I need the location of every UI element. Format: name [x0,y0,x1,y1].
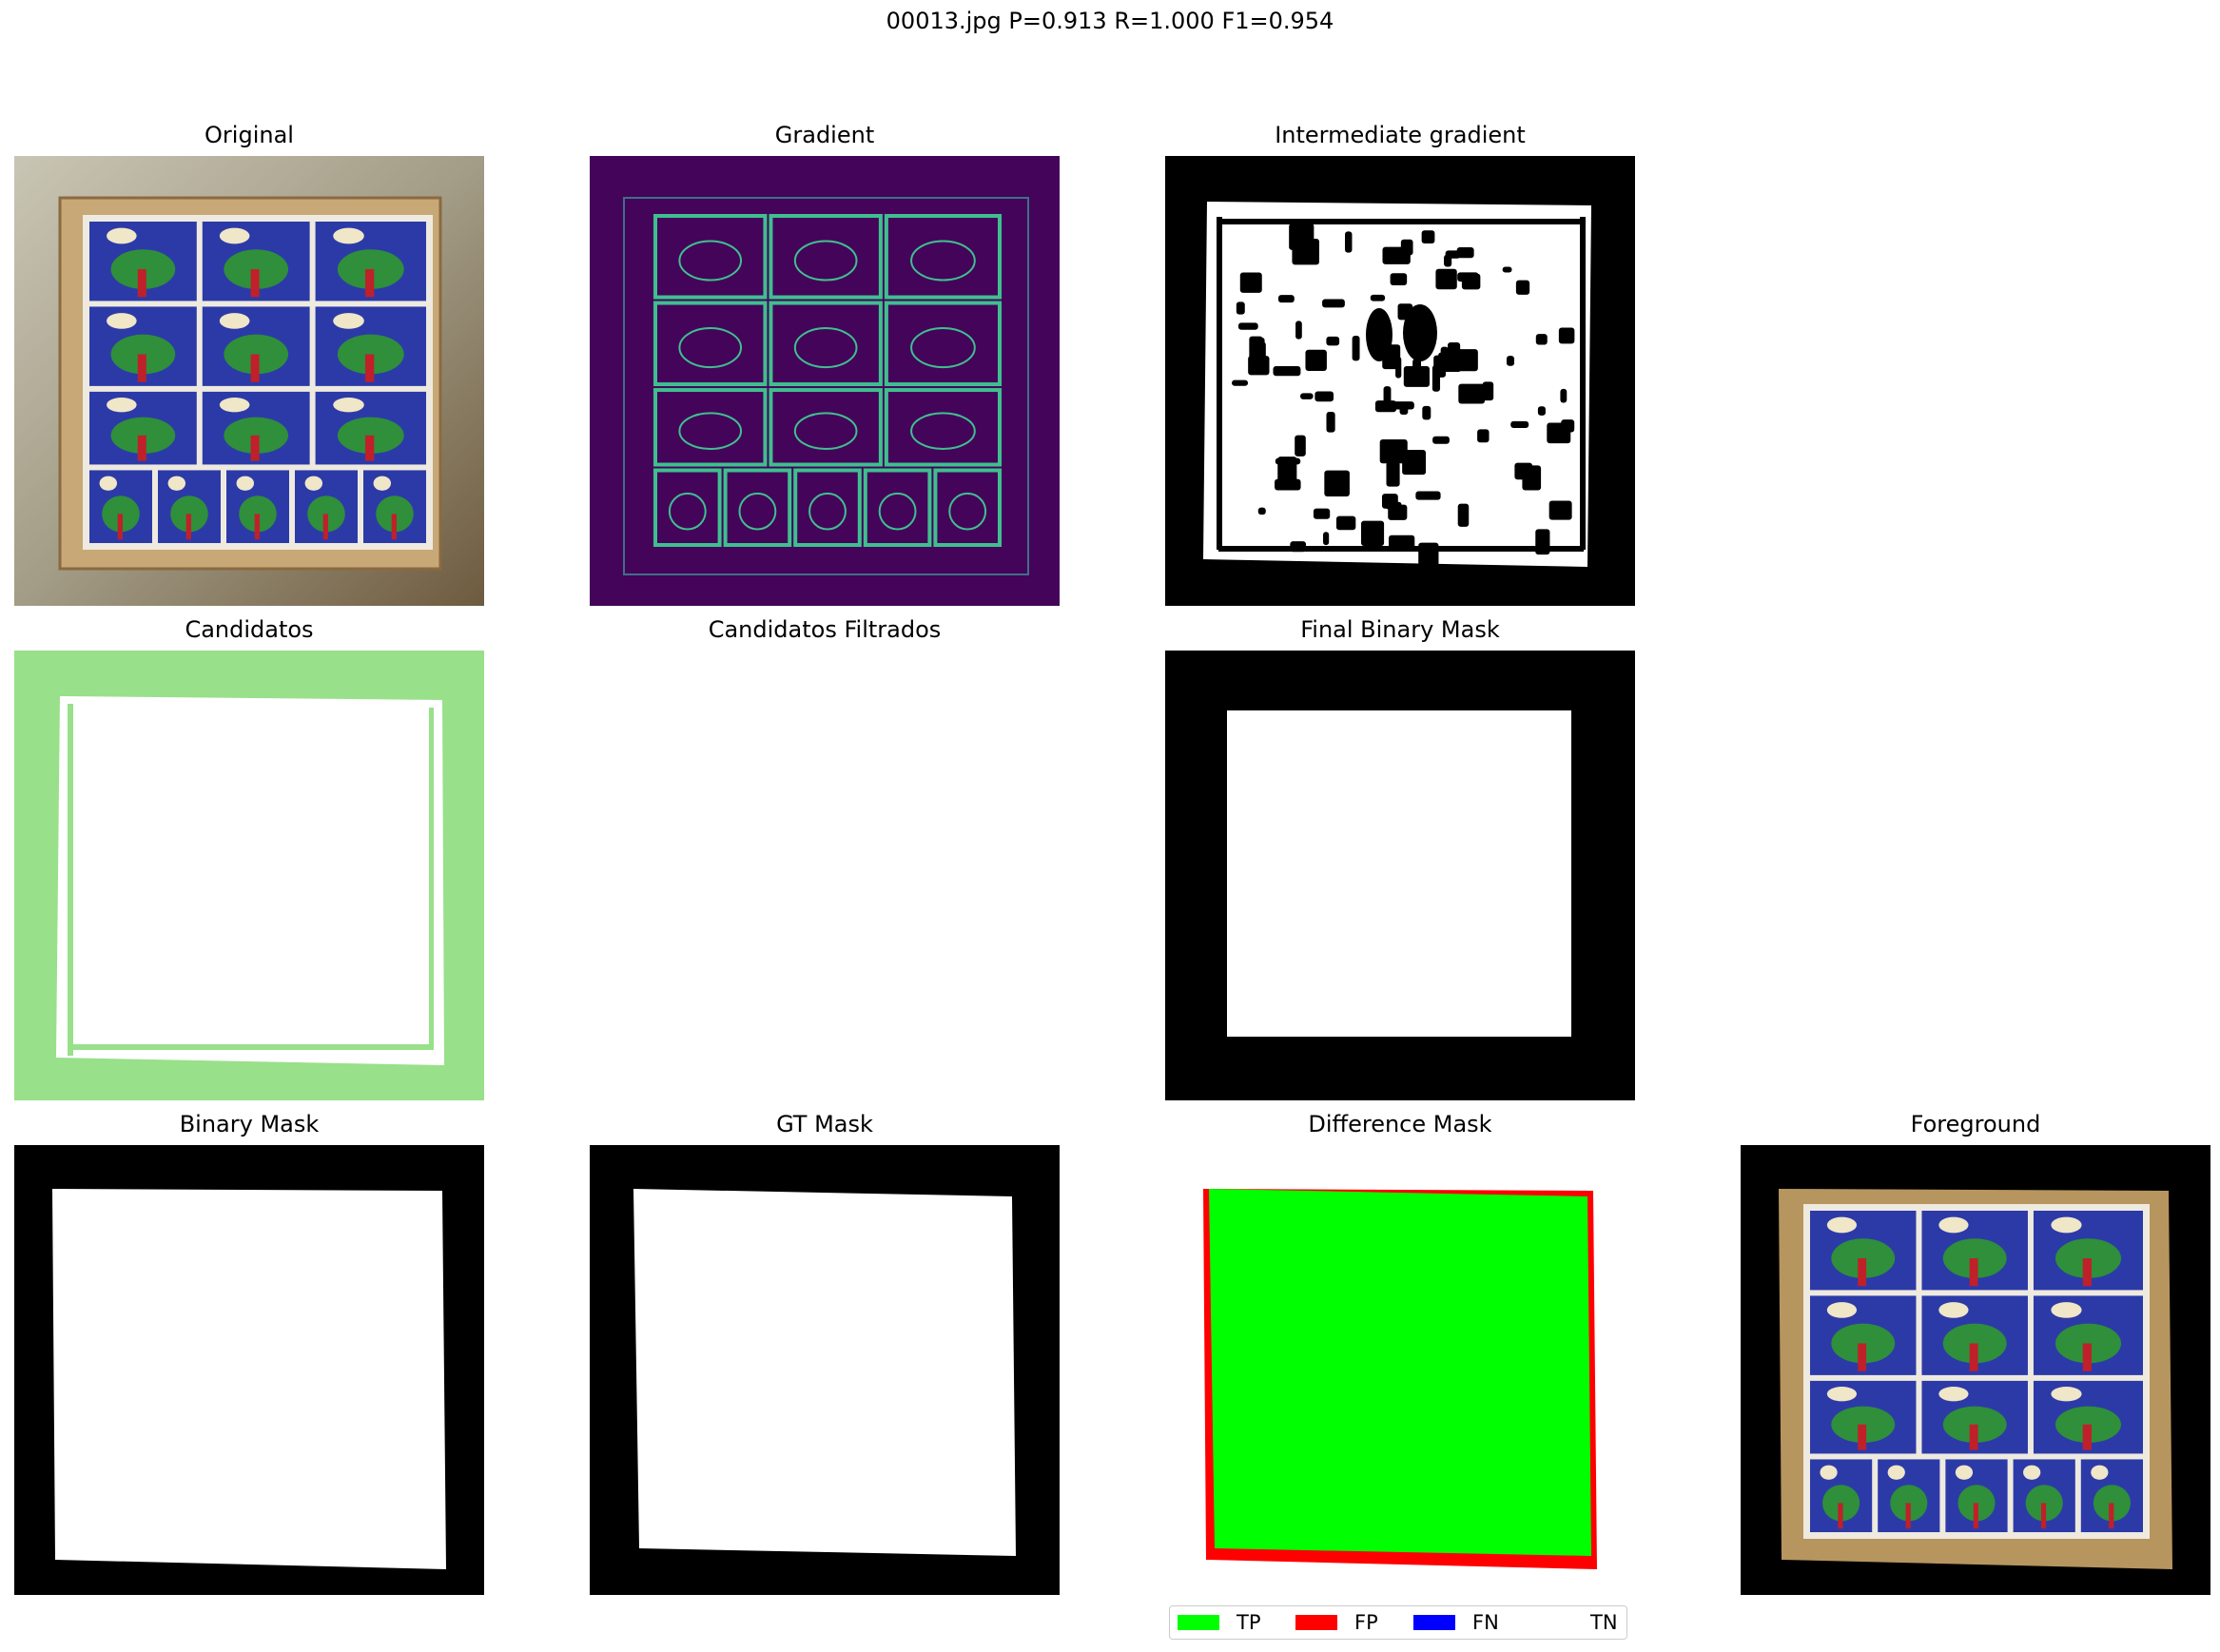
foreground-image [1741,1145,2210,1595]
candidatos-image [14,651,484,1100]
panel-title-original: Original [204,122,294,148]
legend-swatch-tp [1178,1615,1219,1630]
figure-title: 00013.jpg P=0.913 R=1.000 F1=0.954 [886,8,1334,34]
final-binary-mask-image [1165,651,1635,1100]
legend-swatch-tn [1531,1615,1573,1630]
gradient-image [590,156,1060,606]
panel-title-foreground: Foreground [1910,1111,2041,1137]
legend-label-fp: FP [1354,1611,1378,1634]
legend-swatch-fn [1413,1615,1455,1630]
legend-item-fp: FP [1295,1606,1378,1639]
difference-legend: TP FP FN TN [1169,1605,1627,1640]
legend-item-fn: FN [1413,1606,1499,1639]
legend-item-tp: TP [1178,1606,1261,1639]
panel-title-difference: Difference Mask [1308,1111,1492,1137]
intermediate-gradient-image [1165,156,1635,606]
panel-title-gradient: Gradient [774,122,875,148]
legend-item-tn: TN [1531,1606,1618,1639]
panel-title-intermediate: Intermediate gradient [1275,122,1526,148]
legend-label-tn: TN [1590,1611,1618,1634]
panel-title-candidatos: Candidatos [185,616,314,643]
panel-title-binary-mask: Binary Mask [179,1111,320,1137]
panel-title-final-mask: Final Binary Mask [1300,616,1500,643]
candidatos-filtrados-image [590,651,1060,1100]
legend-label-fn: FN [1472,1611,1499,1634]
difference-mask-image [1165,1145,1635,1595]
legend-label-tp: TP [1237,1611,1261,1634]
gt-mask-image [590,1145,1060,1595]
binary-mask-image [14,1145,484,1595]
original-image [14,156,484,606]
legend-swatch-fp [1295,1615,1337,1630]
panel-title-gt-mask: GT Mask [776,1111,873,1137]
panel-title-filtrados: Candidatos Filtrados [708,616,942,643]
